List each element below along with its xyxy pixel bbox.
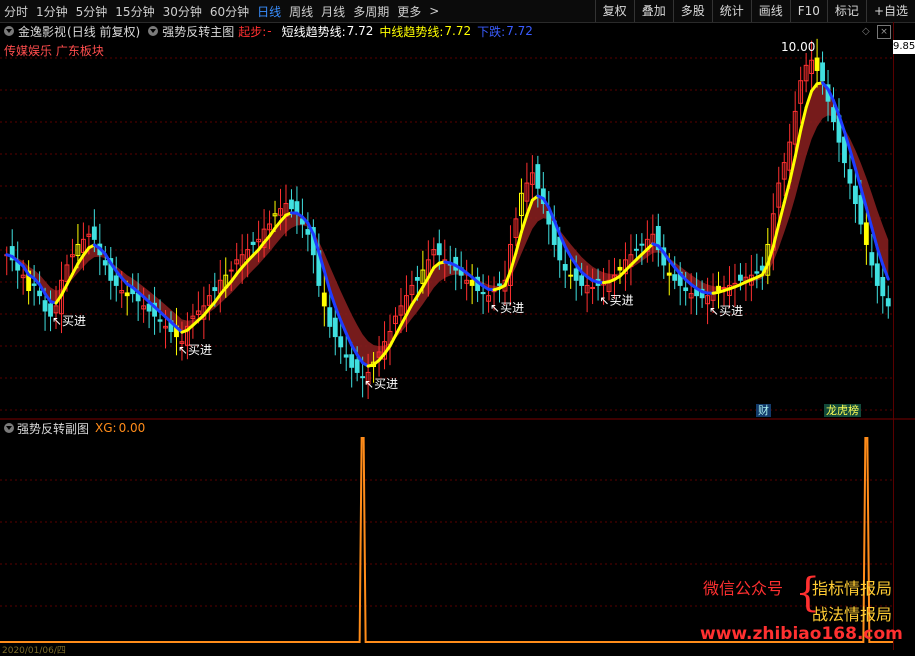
candle-body: [886, 299, 890, 306]
candle-body: [470, 280, 474, 285]
sub-dropdown-icon[interactable]: [4, 423, 14, 433]
candle-body: [251, 242, 255, 244]
candle-body: [306, 230, 310, 235]
xg-signal-line: [0, 438, 893, 642]
candle-body: [290, 200, 294, 209]
candle-body: [92, 227, 96, 239]
sub-indicator-info: 强势反转副图 XG: 0.00: [0, 420, 895, 436]
finance-badge[interactable]: 财: [756, 404, 771, 417]
candle-body: [350, 355, 354, 368]
wechat-label: 微信公众号: [703, 575, 783, 599]
sub-indicator-name[interactable]: 强势反转副图: [17, 420, 89, 437]
candle-body: [821, 63, 825, 81]
buy-signal-label: ↖买进: [490, 301, 524, 315]
candle-body: [536, 165, 540, 189]
kline-chart[interactable]: ↖买进 ↖买进 ↖买进 ↖买进 ↖买进 ↖买进: [0, 0, 915, 650]
brand-name-1: 指标情报局: [812, 575, 892, 599]
buy-signal-label: ↖买进: [709, 304, 743, 318]
candle-body: [853, 186, 857, 203]
candle-body: [114, 276, 118, 285]
candle-body: [322, 293, 326, 306]
candle-body: [43, 301, 47, 311]
xg-label: XG:: [95, 421, 117, 435]
buy-signal-label: ↖买进: [52, 314, 86, 328]
candle-body: [667, 273, 671, 275]
candle-body: [832, 108, 836, 122]
buy-signal-label: ↖买进: [178, 343, 212, 357]
candle-body: [580, 276, 584, 286]
candle-body: [591, 287, 595, 288]
right-axis-line: [893, 22, 894, 650]
candle-body: [864, 223, 868, 245]
candle-body: [229, 270, 233, 271]
candle-body: [147, 304, 151, 311]
candle-body: [125, 293, 129, 296]
candle-body: [684, 288, 688, 291]
candle-body: [717, 286, 721, 290]
candle-body: [344, 355, 348, 357]
candle-body: [739, 275, 743, 280]
candle-body: [38, 291, 42, 296]
candle-body: [32, 284, 36, 285]
short-trend-line: [390, 336, 395, 346]
watermark-url: www.zhibiao168.com: [700, 624, 903, 644]
candle-body: [722, 287, 726, 288]
candle-body: [673, 275, 677, 281]
candle-body: [498, 284, 502, 285]
trend-band: [7, 83, 889, 366]
candle-body: [755, 272, 759, 273]
candle-body: [339, 337, 343, 347]
candle-body: [103, 261, 107, 265]
buy-signal-label: ↖买进: [600, 294, 634, 308]
candle-body: [881, 277, 885, 295]
candle-body: [848, 170, 852, 183]
candle-body: [563, 265, 567, 271]
candle-body: [355, 360, 359, 373]
buy-signal-label: ↖买进: [364, 377, 398, 391]
current-price-tag: 9.85: [893, 40, 915, 54]
candle-body: [333, 318, 337, 336]
candle-body: [481, 293, 485, 294]
candle-body: [574, 269, 578, 280]
xg-value: 0.00: [119, 421, 146, 435]
candle-body: [870, 253, 874, 265]
candle-body: [437, 244, 441, 255]
brand-name-2: 战法情报局: [812, 601, 892, 625]
candle-body: [158, 320, 162, 321]
candle-body: [569, 275, 573, 276]
max-price-label: 10.00: [781, 40, 815, 54]
candle-body: [415, 278, 419, 281]
candle-body: [815, 58, 819, 70]
dragon-tiger-badge[interactable]: 龙虎榜: [824, 404, 861, 417]
candle-body: [640, 244, 644, 245]
candle-body: [875, 264, 879, 285]
candle-body: [328, 308, 332, 327]
candle-body: [213, 288, 217, 291]
candle-body: [634, 249, 638, 250]
candle-body: [859, 196, 863, 224]
candle-body: [618, 267, 622, 270]
